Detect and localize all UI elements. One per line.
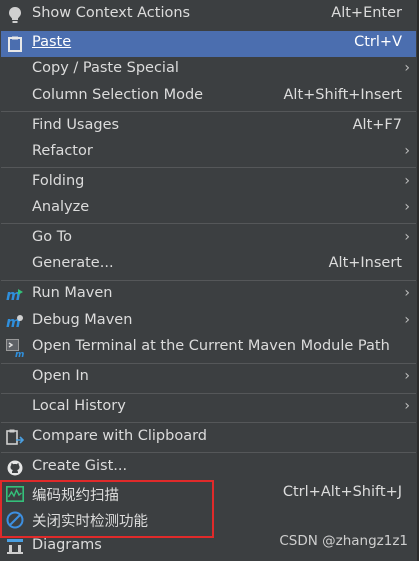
menu-separator bbox=[1, 363, 416, 364]
context-menu: Show Context Actions Alt+Enter Paste Ctr… bbox=[0, 0, 419, 561]
menu-item-show-context-actions[interactable]: Show Context Actions Alt+Enter bbox=[1, 2, 416, 28]
menu-item-label: Open In bbox=[32, 368, 89, 384]
menu-item-create-gist[interactable]: Create Gist... bbox=[1, 455, 416, 481]
menu-item-label: Find Usages bbox=[32, 117, 120, 133]
menu-item-open-in[interactable]: Open In › bbox=[1, 365, 416, 391]
menu-item-label: 关闭实时检测功能 bbox=[32, 514, 148, 530]
chevron-right-icon: › bbox=[404, 285, 410, 301]
diagram-icon bbox=[6, 538, 24, 556]
chevron-right-icon: › bbox=[404, 312, 410, 328]
menu-item-shortcut: Alt+F7 bbox=[352, 117, 402, 133]
menu-item-analyze[interactable]: Analyze › bbox=[1, 196, 416, 222]
menu-item-label: Diagrams bbox=[32, 537, 102, 553]
menu-item-shortcut: Alt+Insert bbox=[328, 255, 402, 271]
menu-item-find-usages[interactable]: Find Usages Alt+F7 bbox=[1, 114, 416, 140]
disable-icon bbox=[6, 511, 24, 529]
menu-item-label: Create Gist... bbox=[32, 458, 128, 474]
terminal-maven-icon: m bbox=[6, 339, 24, 357]
chevron-right-icon: › bbox=[404, 60, 410, 76]
menu-item-compare-with-clipboard[interactable]: Compare with Clipboard bbox=[1, 425, 416, 451]
menu-separator bbox=[1, 422, 416, 423]
menu-item-shortcut: Ctrl+Alt+Shift+J bbox=[282, 484, 402, 500]
menu-item-label: Analyze bbox=[32, 199, 90, 215]
menu-item-label: Generate... bbox=[32, 255, 114, 271]
menu-item-label: Go To bbox=[32, 229, 72, 245]
menu-separator bbox=[1, 167, 416, 168]
menu-separator bbox=[1, 223, 416, 224]
maven-debug-icon: m bbox=[6, 313, 24, 331]
menu-item-column-selection-mode[interactable]: Column Selection Mode Alt+Shift+Insert bbox=[1, 84, 416, 110]
menu-item-paste[interactable]: Paste Ctrl+V bbox=[1, 31, 416, 57]
menu-item-label: Column Selection Mode bbox=[32, 87, 204, 103]
menu-separator bbox=[1, 280, 416, 281]
menu-separator bbox=[1, 452, 416, 453]
github-icon bbox=[6, 459, 24, 477]
menu-item-open-terminal-maven[interactable]: m Open Terminal at the Current Maven Mod… bbox=[1, 335, 416, 361]
menu-item-copy-paste-special[interactable]: Copy / Paste Special › bbox=[1, 57, 416, 83]
chevron-right-icon: › bbox=[404, 143, 410, 159]
menu-item-run-maven[interactable]: m Run Maven › bbox=[1, 282, 416, 308]
clipboard-icon bbox=[6, 35, 24, 53]
bulb-icon bbox=[6, 6, 24, 24]
menu-item-label: Paste bbox=[32, 34, 72, 50]
menu-item-label: Folding bbox=[32, 173, 85, 189]
menu-item-label: Compare with Clipboard bbox=[32, 428, 208, 444]
menu-item-shortcut: Ctrl+V bbox=[354, 34, 402, 50]
chevron-right-icon: › bbox=[404, 398, 410, 414]
menu-item-label: Copy / Paste Special bbox=[32, 60, 179, 76]
chevron-right-icon: › bbox=[404, 173, 410, 189]
menu-item-label: Open Terminal at the Current Maven Modul… bbox=[32, 338, 390, 354]
menu-item-refactor[interactable]: Refactor › bbox=[1, 140, 416, 166]
chevron-right-icon: › bbox=[404, 199, 410, 215]
menu-item-label: Show Context Actions bbox=[32, 5, 191, 21]
menu-item-label: Refactor bbox=[32, 143, 93, 159]
menu-item-generate[interactable]: Generate... Alt+Insert bbox=[1, 252, 416, 278]
chevron-right-icon: › bbox=[404, 229, 410, 245]
menu-item-label: 编码规约扫描 bbox=[32, 488, 119, 504]
scan-chart-icon bbox=[6, 485, 24, 503]
watermark: CSDN @zhangz1z1 bbox=[279, 533, 408, 549]
menu-item-go-to[interactable]: Go To › bbox=[1, 226, 416, 252]
menu-item-debug-maven[interactable]: m Debug Maven › bbox=[1, 309, 416, 335]
chevron-right-icon: › bbox=[404, 368, 410, 384]
maven-run-icon: m bbox=[6, 286, 24, 304]
menu-item-label: Local History bbox=[32, 398, 126, 414]
compare-clipboard-icon bbox=[6, 429, 24, 447]
menu-item-local-history[interactable]: Local History › bbox=[1, 395, 416, 421]
menu-item-shortcut: Alt+Enter bbox=[331, 5, 402, 21]
menu-separator bbox=[1, 111, 416, 112]
menu-item-shortcut: Alt+Shift+Insert bbox=[283, 87, 402, 103]
menu-item-label: Run Maven bbox=[32, 285, 113, 301]
menu-item-label: Debug Maven bbox=[32, 312, 133, 328]
menu-item-folding[interactable]: Folding › bbox=[1, 170, 416, 196]
menu-item-disable-realtime-check[interactable]: 关闭实时检测功能 bbox=[1, 507, 416, 533]
menu-separator bbox=[1, 393, 416, 394]
svg-text:m: m bbox=[15, 350, 24, 357]
menu-item-code-scan[interactable]: 编码规约扫描 Ctrl+Alt+Shift+J bbox=[1, 481, 416, 507]
